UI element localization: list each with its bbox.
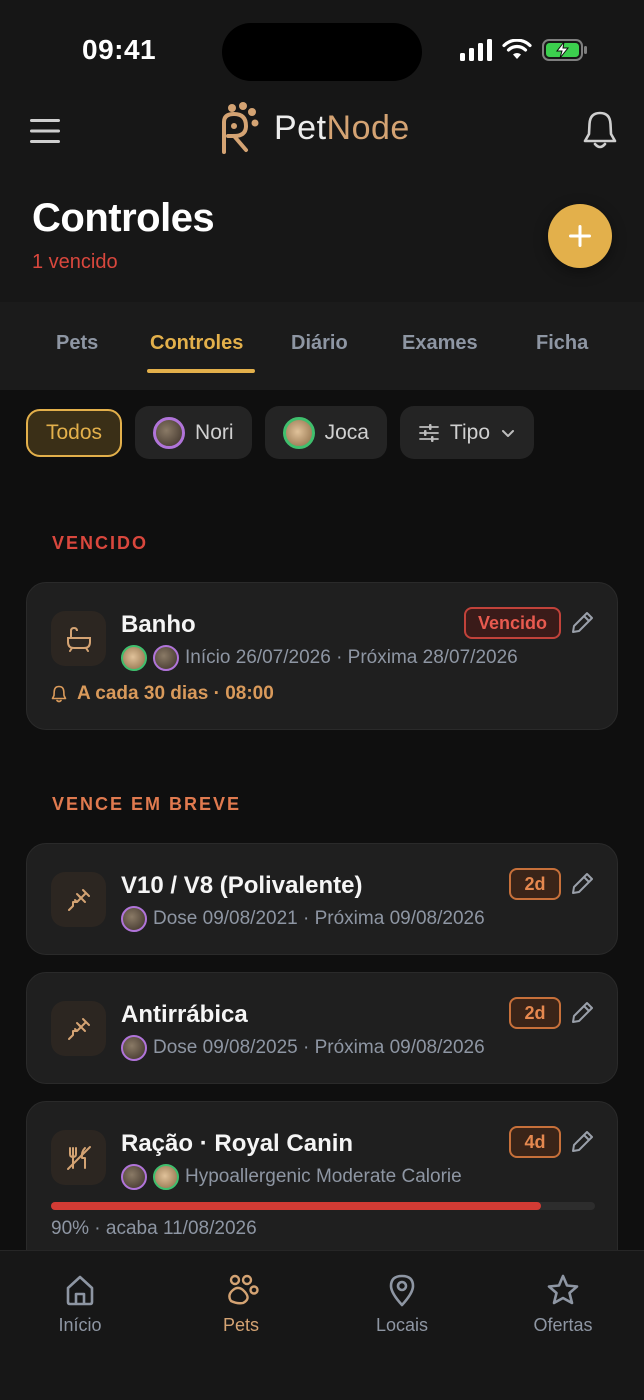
battery-icon — [542, 39, 587, 61]
section-soon-label: VENCE EM BREVE — [52, 794, 242, 814]
card-meta: Dose 09/08/2025 · Próxima 09/08/2026 — [121, 1035, 485, 1061]
filter-type-dropdown[interactable]: Tipo — [399, 406, 534, 459]
days-left-badge: 2d — [509, 997, 561, 1029]
active-tab-indicator — [147, 369, 255, 373]
add-control-button[interactable] — [548, 204, 612, 268]
tab-exames[interactable]: Exames — [402, 332, 478, 355]
filter-pet-nori-label: Nori — [195, 420, 234, 444]
stock-progress-label: 90% · acaba 11/08/2026 — [51, 1218, 257, 1239]
nori-avatar — [121, 906, 147, 932]
bottom-nav: Início Pets Locais Ofertas — [0, 1250, 644, 1400]
syringe-icon — [51, 872, 106, 927]
food-icon — [51, 1130, 106, 1185]
logo-wordmark: PetNode — [274, 109, 410, 148]
filter-chips: Todos Nori Joca Tipo — [26, 406, 534, 459]
status-badge-overdue: Vencido — [463, 607, 561, 639]
pencil-icon[interactable] — [569, 1129, 595, 1155]
card-title: Banho — [121, 611, 196, 638]
logo-node: Node — [326, 108, 410, 147]
reminder-text: A cada 30 dias · 08:00 — [77, 683, 274, 704]
card-title: Ração · Royal Canin — [121, 1130, 354, 1157]
nav-label: Locais — [375, 1315, 429, 1335]
card-meta: Hypoallergenic Moderate Calorie — [121, 1164, 462, 1190]
stock-progress-bar — [51, 1202, 595, 1210]
section-tabs: Pets Controles Diário Exames Ficha — [0, 302, 644, 390]
tab-ficha[interactable]: Ficha — [536, 332, 588, 355]
page-title: Controles — [32, 196, 215, 240]
card-meta: Dose 09/08/2021 · Próxima 09/08/2026 — [121, 906, 485, 932]
location-pin-icon — [389, 1274, 415, 1307]
tab-controles[interactable]: Controles — [150, 332, 243, 355]
sliders-icon — [419, 423, 439, 442]
card-meta: Início 26/07/2026 · Próxima 28/07/2026 — [121, 645, 518, 671]
star-icon — [547, 1274, 579, 1305]
status-bar: 09:41 — [0, 0, 644, 100]
pencil-icon[interactable] — [569, 1000, 595, 1026]
plus-icon — [569, 225, 591, 247]
control-card-banho[interactable]: Banho Início 26/07/2026 · Próxima 28/07/… — [26, 582, 618, 730]
card-dates: Dose 09/08/2021 · Próxima 09/08/2026 — [153, 908, 485, 929]
card-dates: Início 26/07/2026 · Próxima 28/07/2026 — [185, 647, 518, 668]
days-left-badge: 4d — [509, 1126, 561, 1158]
stock-progress-fill — [51, 1202, 541, 1210]
nori-avatar — [153, 645, 179, 671]
dynamic-island — [222, 23, 422, 81]
syringe-icon — [51, 1001, 106, 1056]
nav-label: Pets — [222, 1315, 260, 1335]
nori-avatar — [153, 416, 186, 449]
nav-label: Ofertas — [533, 1315, 593, 1335]
joca-avatar — [282, 416, 315, 449]
bell-icon[interactable] — [582, 110, 618, 150]
signal-icon — [460, 39, 492, 61]
nav-inicio[interactable]: Início — [25, 1273, 135, 1336]
nav-pets[interactable]: Pets — [186, 1273, 296, 1336]
pencil-icon[interactable] — [569, 610, 595, 636]
status-time: 09:41 — [82, 34, 157, 65]
logo-pet: Pet — [274, 108, 327, 147]
app-logo: PetNode — [218, 100, 410, 156]
filter-all-label: Todos — [46, 421, 103, 444]
tab-diario[interactable]: Diário — [291, 332, 348, 355]
nav-ofertas[interactable]: Ofertas — [508, 1273, 618, 1336]
wifi-icon — [502, 39, 532, 59]
filter-pet-joca-chip[interactable]: Joca — [264, 406, 387, 459]
paw-icon — [228, 1274, 259, 1305]
filter-all-chip[interactable]: Todos — [26, 409, 123, 457]
reminder-row: A cada 30 dias · 08:00 — [51, 683, 274, 705]
chevron-down-icon — [502, 429, 514, 437]
control-card-racao[interactable]: Ração · Royal Canin Hypoallergenic Moder… — [26, 1101, 618, 1271]
card-title: Antirrábica — [121, 1001, 248, 1028]
nori-avatar — [121, 1035, 147, 1061]
nav-locais[interactable]: Locais — [347, 1273, 457, 1336]
section-overdue-label: VENCIDO — [52, 533, 149, 553]
filter-pet-joca-label: Joca — [324, 420, 369, 444]
app-header: PetNode — [0, 100, 644, 160]
title-block: Controles 1 vencido — [32, 196, 215, 274]
card-product: Hypoallergenic Moderate Calorie — [185, 1166, 462, 1187]
control-card-v10[interactable]: V10 / V8 (Polivalente) Dose 09/08/2021 ·… — [26, 843, 618, 955]
status-icons — [460, 38, 588, 62]
days-left-badge: 2d — [509, 868, 561, 900]
bathtub-icon — [51, 611, 106, 666]
bell-icon — [51, 685, 67, 703]
filter-type-label: Tipo — [449, 420, 490, 444]
control-card-antirrabica[interactable]: Antirrábica Dose 09/08/2025 · Próxima 09… — [26, 972, 618, 1084]
nav-label: Início — [58, 1315, 102, 1335]
home-icon — [66, 1275, 94, 1306]
pencil-icon[interactable] — [569, 871, 595, 897]
petnode-logo-icon — [222, 102, 259, 154]
card-title: V10 / V8 (Polivalente) — [121, 872, 363, 899]
nori-avatar — [121, 1164, 147, 1190]
tab-pets[interactable]: Pets — [56, 332, 98, 355]
joca-avatar — [153, 1164, 179, 1190]
overdue-count: 1 vencido — [32, 251, 118, 273]
filter-pet-nori-chip[interactable]: Nori — [135, 406, 252, 459]
hamburger-menu-icon[interactable] — [28, 114, 62, 148]
card-dates: Dose 09/08/2025 · Próxima 09/08/2026 — [153, 1037, 485, 1058]
joca-avatar — [121, 645, 147, 671]
